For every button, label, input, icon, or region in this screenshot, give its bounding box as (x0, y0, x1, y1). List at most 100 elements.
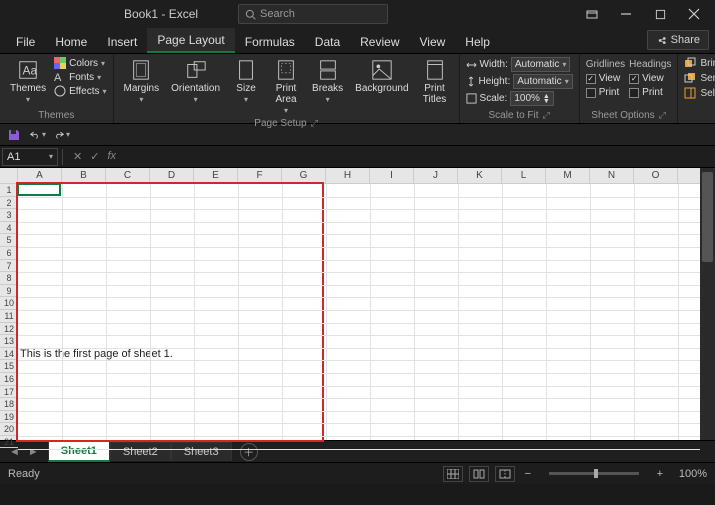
row-header-20[interactable]: 20 (0, 423, 18, 436)
row-header-14[interactable]: 14 (0, 348, 18, 361)
scale-spinner[interactable]: 100%▲▼ (510, 91, 554, 106)
send-backward-button[interactable]: Send Backward▾ (684, 72, 715, 84)
tab-page-layout[interactable]: Page Layout (147, 28, 234, 53)
zoom-in-button[interactable]: + (653, 468, 667, 480)
scrollbar-thumb[interactable] (702, 172, 713, 262)
row-header-15[interactable]: 15 (0, 360, 18, 373)
page-layout-view-button[interactable] (469, 466, 489, 482)
col-header-J[interactable]: J (414, 168, 458, 183)
col-header-B[interactable]: B (62, 168, 106, 183)
page-setup-launcher[interactable]: ⤢ (311, 118, 318, 129)
ribbon-display-button[interactable] (575, 0, 609, 28)
row-header-21[interactable]: 21 (0, 436, 18, 449)
bring-forward-button[interactable]: Bring Forward▾ (684, 57, 715, 69)
headings-print-check[interactable]: Print (629, 87, 663, 98)
normal-view-button[interactable] (443, 466, 463, 482)
tab-data[interactable]: Data (305, 30, 350, 53)
row-header-10[interactable]: 10 (0, 297, 18, 310)
close-button[interactable] (677, 0, 711, 28)
scale-launcher[interactable]: ⤢ (543, 110, 550, 121)
zoom-slider[interactable] (549, 472, 639, 475)
col-header-G[interactable]: G (282, 168, 326, 183)
background-button[interactable]: Background (351, 57, 412, 96)
sheet-nav-next[interactable]: ► (25, 446, 42, 458)
row-headers[interactable]: 123456789101112131415161718192021 (0, 184, 18, 440)
gridlines-view-check[interactable]: ✓View (586, 73, 621, 84)
sheet-tab-3[interactable]: Sheet3 (171, 442, 232, 461)
redo-button[interactable]: ▾ (54, 127, 70, 143)
col-header-M[interactable]: M (546, 168, 590, 183)
col-header-I[interactable]: I (370, 168, 414, 183)
formula-input[interactable] (116, 147, 715, 166)
spreadsheet-grid[interactable]: ABCDEFGHIJKLMNO 123456789101112131415161… (0, 168, 715, 440)
margins-button[interactable]: Margins▾ (120, 57, 164, 107)
tab-review[interactable]: Review (350, 30, 409, 53)
tab-insert[interactable]: Insert (97, 30, 147, 53)
row-header-9[interactable]: 9 (0, 285, 18, 298)
enter-formula-button[interactable]: ✓ (90, 150, 99, 163)
col-header-O[interactable]: O (634, 168, 678, 183)
sheet-tab-2[interactable]: Sheet2 (110, 442, 171, 461)
selection-pane-button[interactable]: Selection Pane (684, 87, 715, 99)
tab-home[interactable]: Home (45, 30, 97, 53)
row-header-2[interactable]: 2 (0, 197, 18, 210)
row-header-16[interactable]: 16 (0, 373, 18, 386)
gridlines-print-check[interactable]: Print (586, 87, 620, 98)
effects-button[interactable]: Effects▾ (54, 85, 106, 97)
row-header-1[interactable]: 1 (0, 184, 18, 197)
zoom-level[interactable]: 100% (679, 468, 707, 480)
row-header-5[interactable]: 5 (0, 234, 18, 247)
row-header-17[interactable]: 17 (0, 386, 18, 399)
sheet-options-launcher[interactable]: ⤢ (659, 110, 666, 121)
orientation-button[interactable]: Orientation▾ (167, 57, 224, 107)
select-all-button[interactable] (0, 168, 18, 184)
tab-formulas[interactable]: Formulas (235, 30, 305, 53)
col-header-E[interactable]: E (194, 168, 238, 183)
col-header-A[interactable]: A (18, 168, 62, 183)
row-header-13[interactable]: 13 (0, 335, 18, 348)
row-header-4[interactable]: 4 (0, 222, 18, 235)
breaks-button[interactable]: Breaks▾ (308, 57, 347, 107)
minimize-button[interactable] (609, 0, 643, 28)
height-combo[interactable]: Automatic▾ (513, 74, 572, 89)
print-titles-button[interactable]: Print Titles (417, 57, 453, 107)
fx-button[interactable]: fx (107, 150, 116, 163)
column-headers[interactable]: ABCDEFGHIJKLMNO (18, 168, 700, 184)
row-header-12[interactable]: 12 (0, 323, 18, 336)
size-button[interactable]: Size▾ (228, 57, 264, 107)
share-button[interactable]: Share (647, 30, 709, 50)
col-header-C[interactable]: C (106, 168, 150, 183)
tab-view[interactable]: View (410, 30, 456, 53)
fonts-button[interactable]: AFonts▾ (54, 71, 106, 83)
new-sheet-button[interactable]: ＋ (240, 443, 258, 461)
row-header-6[interactable]: 6 (0, 247, 18, 260)
print-area-button[interactable]: Print Area▾ (268, 57, 304, 118)
name-box[interactable]: A1▾ (2, 148, 58, 166)
save-button[interactable] (6, 127, 22, 143)
vertical-scrollbar[interactable] (700, 168, 715, 440)
row-header-11[interactable]: 11 (0, 310, 18, 323)
col-header-K[interactable]: K (458, 168, 502, 183)
row-header-8[interactable]: 8 (0, 272, 18, 285)
cells-area[interactable]: This is the first page of sheet 1. (18, 184, 700, 440)
page-break-view-button[interactable] (495, 466, 515, 482)
zoom-thumb[interactable] (594, 469, 598, 478)
maximize-button[interactable] (643, 0, 677, 28)
col-header-H[interactable]: H (326, 168, 370, 183)
col-header-D[interactable]: D (150, 168, 194, 183)
zoom-out-button[interactable]: − (521, 468, 535, 480)
row-header-7[interactable]: 7 (0, 260, 18, 273)
cancel-formula-button[interactable]: ✕ (73, 150, 82, 163)
width-combo[interactable]: Automatic▾ (511, 57, 570, 72)
col-header-L[interactable]: L (502, 168, 546, 183)
tab-file[interactable]: File (6, 30, 45, 53)
col-header-F[interactable]: F (238, 168, 282, 183)
row-header-18[interactable]: 18 (0, 398, 18, 411)
headings-view-check[interactable]: ✓View (629, 73, 664, 84)
themes-button[interactable]: Aa Themes▾ (6, 57, 50, 107)
sheet-tab-1[interactable]: Sheet1 (48, 441, 110, 462)
search-box[interactable]: Search (238, 4, 388, 24)
tab-help[interactable]: Help (455, 30, 500, 53)
undo-button[interactable]: ▾ (30, 127, 46, 143)
row-header-19[interactable]: 19 (0, 411, 18, 424)
